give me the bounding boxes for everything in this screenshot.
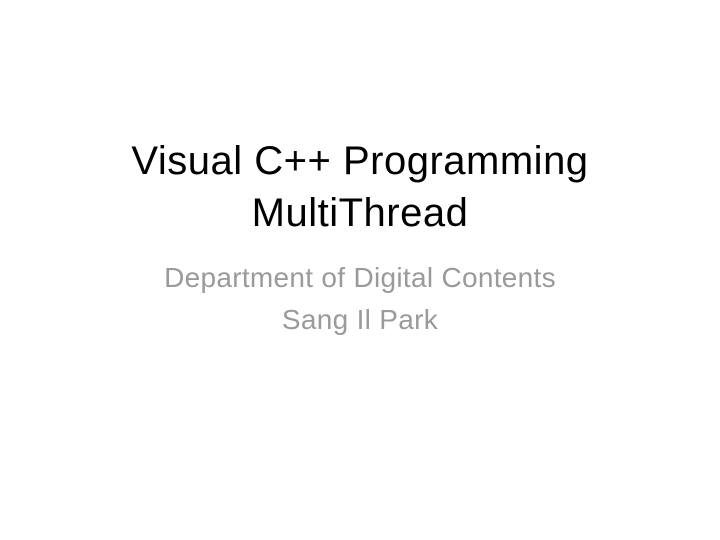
title-line-1: Visual C++ Programming [131,135,588,187]
subtitle-line-1: Department of Digital Contents [164,257,556,299]
slide-title: Visual C++ Programming MultiThread [131,135,588,239]
slide-subtitle: Department of Digital Contents Sang Il P… [164,257,556,341]
subtitle-line-2: Sang Il Park [164,299,556,341]
title-line-2: MultiThread [131,187,588,239]
